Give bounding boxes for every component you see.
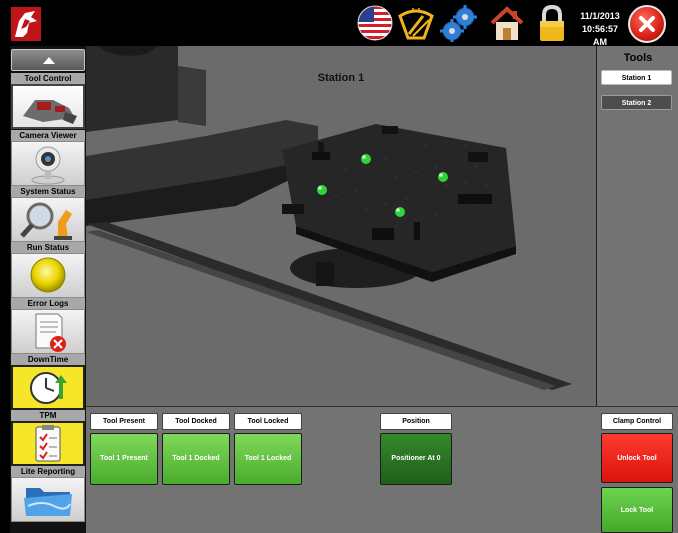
tool-present-label: Tool Present [90,413,158,430]
sidebar-item-tool-control[interactable]: Tool Control [11,73,85,129]
logo-icon [11,7,41,41]
error-document-icon [11,309,85,354]
sidebar-item-tpm[interactable]: TPM [11,410,85,466]
position-label: Position [380,413,452,430]
station-2-button[interactable]: Station 2 [601,95,672,110]
clamp-control-label: Clamp Control [601,413,673,430]
sidebar-item-label: Lite Reporting [11,466,85,477]
folder-icon [11,477,85,522]
tools-title: Tools [623,52,653,64]
station-viewport[interactable]: Station 1 [86,46,596,406]
sidebar-item-camera-viewer[interactable]: Camera Viewer [11,130,85,186]
scroll-up-button[interactable] [11,49,85,71]
sidebar-item-label: Run Status [11,242,85,253]
unlock-tool-button[interactable]: Unlock Tool [601,433,673,483]
close-button[interactable] [628,5,666,43]
sidebar: Tool Control Camera Viewer System Status [10,46,86,533]
sidebar-item-label: DownTime [11,354,85,365]
tool-docked-label: Tool Docked [162,413,230,430]
top-bar: 11/1/2013 10:56:57 AM [0,0,678,49]
sidebar-item-run-status[interactable]: Run Status [11,242,85,298]
datetime: 11/1/2013 10:56:57 AM [578,10,622,49]
tool-locked-label: Tool Locked [234,413,302,430]
station-3d-render [86,46,572,390]
close-icon [639,16,655,32]
status-panel: Tool Present Tool 1 Present Tool Docked … [86,406,678,533]
gears-icon[interactable] [440,4,478,42]
checklist-icon [11,421,85,466]
sidebar-item-label: Error Logs [11,298,85,309]
sidebar-item-label: Camera Viewer [11,130,85,141]
sidebar-item-label: Tool Control [11,73,85,84]
home-icon[interactable] [488,4,526,42]
tools-panel: Tools Station 1 Station 2 [596,46,678,406]
position-indicator: Positioner At 0 [380,433,452,485]
robot-tool-icon [11,84,85,129]
date-text: 11/1/2013 [580,11,620,21]
windshield-wiper-icon[interactable] [397,4,435,42]
clock-icon [11,365,85,410]
sidebar-item-lite-reporting[interactable]: Lite Reporting [11,466,85,522]
tool-docked-indicator: Tool 1 Docked [162,433,230,485]
station-title: Station 1 [317,72,365,84]
magnifier-robot-icon [11,197,85,242]
sidebar-item-downtime[interactable]: DownTime [11,354,85,410]
webcam-icon [11,141,85,186]
tool-present-indicator: Tool 1 Present [90,433,158,485]
sidebar-item-label: TPM [11,410,85,421]
sidebar-item-label: System Status [11,186,85,197]
padlock-icon[interactable] [533,4,571,42]
sidebar-item-error-logs[interactable]: Error Logs [11,298,85,354]
station-1-button[interactable]: Station 1 [601,70,672,85]
sidebar-item-system-status[interactable]: System Status [11,186,85,242]
yellow-light-icon [11,253,85,298]
tool-locked-indicator: Tool 1 Locked [234,433,302,485]
lock-tool-button[interactable]: Lock Tool [601,487,673,533]
us-flag-icon[interactable] [356,4,394,42]
